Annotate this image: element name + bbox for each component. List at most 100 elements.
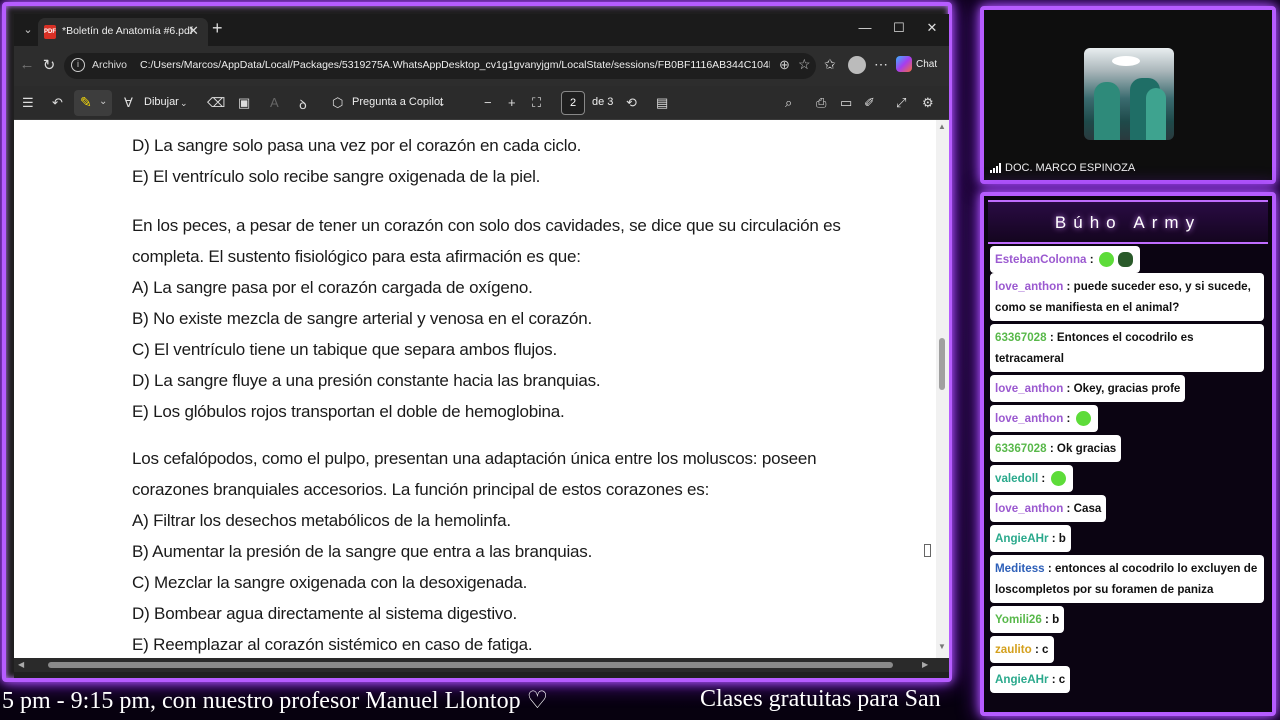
surgeon-figure bbox=[1094, 82, 1120, 140]
chat-username: 63367028 bbox=[995, 331, 1047, 344]
chat-username: AngieAHr bbox=[995, 532, 1049, 545]
stream-overlay: ⌄ PDF *Boletín de Anatomía #6.pdf ✕ + — … bbox=[0, 0, 1280, 720]
chat-message: AngieAHr : c bbox=[990, 666, 1071, 693]
address-url[interactable]: C:/Users/Marcos/AppData/Local/Packages/5… bbox=[140, 59, 770, 71]
chat-separator: : bbox=[1086, 253, 1094, 266]
horizontal-scrollbar[interactable]: ◀ ▶ bbox=[14, 658, 949, 672]
pdf-page[interactable]: D) La sangre solo pasa una vez por el co… bbox=[14, 120, 949, 658]
pdf-line: completa. El sustento fisiológico para e… bbox=[132, 247, 581, 266]
chat-panel: Búho Army EstebanColonna : love_anthon :… bbox=[980, 192, 1276, 716]
browser-neon-frame: ⌄ PDF *Boletín de Anatomía #6.pdf ✕ + — … bbox=[2, 2, 952, 682]
vertical-scrollbar[interactable]: ▲ ▼ bbox=[936, 120, 949, 658]
favorite-star-icon[interactable]: ☆ bbox=[798, 56, 811, 73]
green-emote-icon bbox=[1075, 411, 1091, 427]
chat-text: c bbox=[1058, 673, 1066, 686]
chat-separator: : bbox=[1046, 442, 1054, 455]
pdf-line: B) Aumentar la presión de la sangre que … bbox=[132, 542, 593, 561]
chat-text: Casa bbox=[1073, 502, 1102, 515]
draw-label[interactable]: Dibujar bbox=[144, 96, 179, 108]
chat-username: zaulito bbox=[995, 643, 1032, 656]
pdf-line: D) La sangre solo pasa una vez por el co… bbox=[132, 136, 582, 155]
zoom-icon[interactable]: ⊕ bbox=[779, 57, 790, 73]
profile-avatar[interactable] bbox=[848, 56, 866, 74]
print-icon[interactable]: ⎙ bbox=[816, 95, 826, 111]
pdf-line: E) Los glóbulos rojos transportan el dob… bbox=[132, 402, 565, 421]
zoom-in-icon[interactable]: + bbox=[508, 95, 516, 110]
chat-username: love_anthon bbox=[995, 280, 1064, 293]
chat-message: Meditess : entonces al cocodrilo lo excl… bbox=[990, 555, 1264, 603]
pdf-line: Los cefalópodos, como el pulpo, presenta… bbox=[132, 449, 817, 468]
eraser-icon[interactable]: ⌫ bbox=[207, 95, 225, 111]
chat-username: 63367028 bbox=[995, 442, 1047, 455]
back-arrow-icon[interactable]: ← bbox=[18, 56, 36, 73]
chat-separator: : bbox=[1048, 532, 1056, 545]
chat-username: Meditess bbox=[995, 562, 1045, 575]
ticker-schedule-text: 5 pm - 9:15 pm, con nuestro profesor Man… bbox=[2, 688, 549, 714]
chat-message: love_anthon : Casa bbox=[990, 495, 1107, 522]
highlight-button[interactable]: ✎ ⌄ bbox=[74, 90, 112, 116]
page-total-label: de 3 bbox=[592, 96, 614, 108]
minimize-icon[interactable]: — bbox=[850, 20, 880, 35]
chat-separator: : bbox=[1063, 382, 1071, 395]
pdf-file-icon: PDF bbox=[44, 25, 56, 39]
tab-close-icon[interactable]: ✕ bbox=[188, 23, 199, 39]
ask-copilot-label[interactable]: Pregunta a Copilot bbox=[352, 96, 443, 108]
horizontal-scroll-thumb[interactable] bbox=[48, 662, 893, 668]
address-bar[interactable]: i Archivo C:/Users/Marcos/AppData/Local/… bbox=[64, 53, 816, 79]
settings-gear-icon[interactable]: ⚙ bbox=[922, 95, 934, 111]
chat-message: 63367028 : Entonces el cocodrilo es tetr… bbox=[990, 324, 1264, 372]
chat-separator: : bbox=[1046, 331, 1054, 344]
refresh-icon[interactable]: ↻ bbox=[40, 56, 58, 74]
contents-list-icon[interactable]: ☰ bbox=[22, 95, 34, 111]
tab-actions-menu-icon[interactable]: ⌄ bbox=[20, 22, 36, 38]
zoom-out-icon[interactable]: − bbox=[484, 95, 492, 110]
vertical-scroll-thumb[interactable] bbox=[939, 338, 945, 390]
save-icon[interactable]: ▭ bbox=[840, 95, 852, 111]
info-icon[interactable]: i bbox=[71, 58, 85, 72]
pdf-line: A) La sangre pasa por el corazón cargada… bbox=[132, 278, 533, 297]
rotate-icon[interactable]: ⟲ bbox=[626, 95, 637, 111]
fullscreen-icon[interactable]: ⤢ bbox=[896, 95, 906, 111]
draw-chevron-icon[interactable]: ⌄ bbox=[180, 98, 188, 109]
pdf-toolbar: ☰ ↶ ✎ ⌄ ∀ Dibujar ⌄ ⌫ ▣ A ꝺ ⬡ Pregunta a… bbox=[14, 86, 949, 120]
text-cursor-icon bbox=[924, 544, 931, 557]
address-scheme: Archivo bbox=[92, 59, 128, 71]
chat-title: Búho Army bbox=[1054, 213, 1202, 232]
undo-icon[interactable]: ↶ bbox=[52, 95, 63, 111]
search-icon[interactable]: ⌕ bbox=[785, 95, 792, 111]
draw-icon[interactable]: ∀ bbox=[124, 95, 133, 111]
pdf-line: E) El ventrículo solo recibe sangre oxig… bbox=[132, 167, 541, 186]
close-window-icon[interactable]: ✕ bbox=[917, 20, 947, 36]
tab-bar: ⌄ PDF *Boletín de Anatomía #6.pdf ✕ + — … bbox=[14, 14, 949, 46]
text-format-icon[interactable]: A bbox=[270, 95, 279, 110]
scroll-down-icon[interactable]: ▼ bbox=[938, 642, 946, 651]
browser-window: ⌄ PDF *Boletín de Anatomía #6.pdf ✕ + — … bbox=[14, 14, 949, 678]
add-text-icon[interactable]: ▣ bbox=[238, 95, 250, 111]
chat-username: love_anthon bbox=[995, 412, 1064, 425]
fit-page-icon[interactable]: ⛶ bbox=[532, 95, 541, 111]
chat-text: Okey, gracias profe bbox=[1073, 382, 1181, 395]
new-tab-button[interactable]: + bbox=[212, 18, 223, 39]
chat-username: Yomili26 bbox=[995, 613, 1042, 626]
read-aloud-icon[interactable]: ꝺ bbox=[299, 95, 307, 113]
camera-name-label: DOC. MARCO ESPINOZA bbox=[990, 162, 1135, 174]
maximize-icon[interactable]: ☐ bbox=[884, 20, 914, 36]
scroll-left-icon[interactable]: ◀ bbox=[18, 660, 24, 669]
chat-message: valedoll : bbox=[990, 465, 1073, 492]
page-view-icon[interactable]: ▤ bbox=[656, 95, 668, 111]
copilot-chat-button[interactable]: Chat bbox=[896, 56, 937, 72]
copilot-chevron-icon[interactable]: ⌄ bbox=[438, 98, 446, 109]
chat-username: AngieAHr bbox=[995, 673, 1049, 686]
favorites-icon[interactable]: ✩ bbox=[824, 56, 836, 73]
scroll-right-icon[interactable]: ▶ bbox=[922, 660, 928, 669]
pdf-line: E) Reemplazar al corazón sistémico en ca… bbox=[132, 635, 533, 654]
scroll-up-icon[interactable]: ▲ bbox=[938, 122, 946, 131]
tab-pdf[interactable]: PDF *Boletín de Anatomía #6.pdf ✕ bbox=[38, 18, 208, 46]
frog-emote-icon bbox=[1117, 252, 1133, 268]
chevron-down-icon[interactable]: ⌄ bbox=[99, 96, 107, 107]
pdf-line: En los peces, a pesar de tener un corazó… bbox=[132, 216, 841, 235]
more-options-icon[interactable]: ⋯ bbox=[874, 56, 888, 73]
copilot-icon[interactable]: ⬡ bbox=[332, 95, 343, 111]
page-number-input[interactable]: 2 bbox=[561, 91, 585, 115]
save-as-icon[interactable]: ✐ bbox=[864, 95, 875, 111]
